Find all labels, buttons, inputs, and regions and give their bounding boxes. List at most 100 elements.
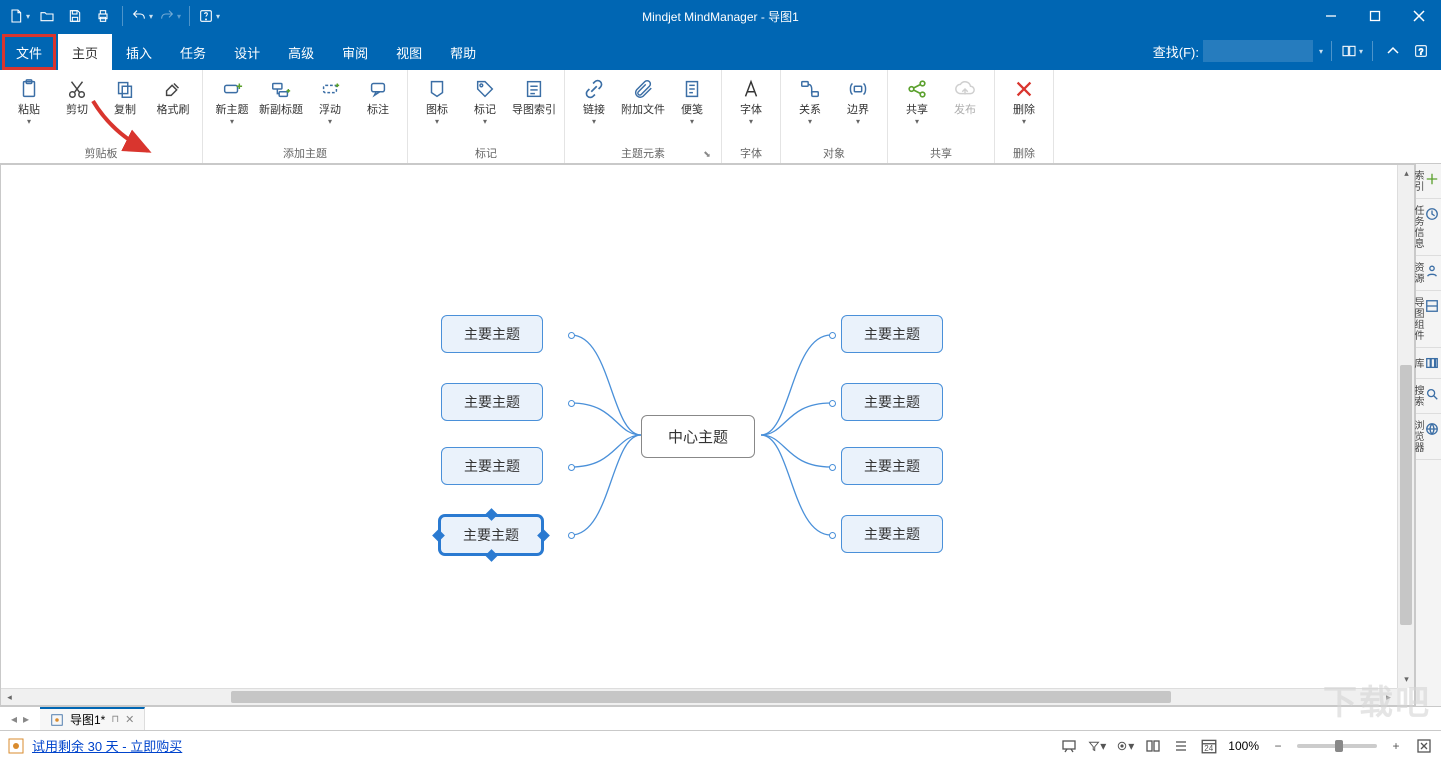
tab-advanced[interactable]: 高级	[274, 32, 328, 70]
share-group-label: 共享	[894, 144, 988, 161]
ribbon-group-markers: 图标▾ 标记▾ 导图索引 标记	[408, 70, 565, 163]
tab-tasks[interactable]: 任务	[166, 32, 220, 70]
presentation-icon[interactable]	[1060, 737, 1078, 755]
dialog-launcher-icon[interactable]: ⬊	[701, 149, 713, 161]
help-icon[interactable]: ▾	[196, 3, 222, 29]
paste-button[interactable]: 粘贴▾	[6, 74, 52, 128]
fit-icon[interactable]	[1415, 737, 1433, 755]
ribbon-group-topic-elements: 链接▾ 附加文件 便笺▾ 主题元素⬊	[565, 70, 722, 163]
map-file-icon	[50, 713, 64, 727]
format-painter-button[interactable]: 格式刷	[150, 74, 196, 119]
topic-node[interactable]: 主要主题	[841, 447, 943, 485]
trial-link[interactable]: 试用剩余 30 天 - 立即购买	[32, 736, 182, 755]
find-dropdown-icon[interactable]: ▾	[1319, 47, 1323, 56]
maximize-button[interactable]	[1353, 0, 1397, 32]
objects-group-label: 对象	[787, 144, 881, 161]
tab-insert[interactable]: 插入	[112, 32, 166, 70]
topic-node[interactable]: 主要主题	[441, 383, 543, 421]
callout-button[interactable]: 标注	[355, 74, 401, 119]
minimize-button[interactable]	[1309, 0, 1353, 32]
topic-node[interactable]: 主要主题	[841, 515, 943, 553]
tab-review[interactable]: 审阅	[328, 32, 382, 70]
tag-marker-button[interactable]: 标记▾	[462, 74, 508, 128]
close-tab-icon[interactable]: ✕	[125, 713, 134, 726]
redo-icon[interactable]: ▾	[157, 3, 183, 29]
collapse-ribbon-icon[interactable]	[1381, 39, 1405, 63]
font-button[interactable]: 字体▾	[728, 74, 774, 128]
window-title: Mindjet MindManager - 导图1	[642, 8, 799, 25]
icon-marker-button[interactable]: 图标▾	[414, 74, 460, 128]
doc-tab-nav[interactable]: ◂▸	[0, 712, 40, 726]
rail-tab-browser[interactable]: 浏览器	[1416, 414, 1441, 460]
titlebar-help-icon[interactable]: ?	[1409, 39, 1433, 63]
scroll-left-icon[interactable]: ◂	[1, 689, 18, 706]
filter-icon[interactable]: ▾	[1088, 737, 1106, 755]
document-tab[interactable]: 导图1* ⊓ ✕	[40, 707, 145, 730]
new-file-icon[interactable]: ▾	[6, 3, 32, 29]
rail-tab-search[interactable]: 搜索	[1416, 379, 1441, 414]
zoom-target-icon[interactable]: ▾	[1116, 737, 1134, 755]
ribbon-group-add-topic: 新主题▾ 新副标题 浮动▾ 标注 添加主题	[203, 70, 408, 163]
horizontal-scrollbar[interactable]: ◂ ▸	[1, 688, 1397, 705]
attachment-button[interactable]: 附加文件	[619, 74, 667, 119]
zoom-slider[interactable]	[1297, 744, 1377, 748]
topic-node-selected[interactable]: 主要主题	[439, 515, 543, 555]
connector-anchor-icon	[568, 332, 575, 339]
connector-anchor-icon	[829, 332, 836, 339]
topic-node[interactable]: 主要主题	[841, 315, 943, 353]
scroll-down-icon[interactable]: ▾	[1398, 671, 1415, 688]
tab-design[interactable]: 设计	[220, 32, 274, 70]
ribbon-group-delete: 删除▾ 删除	[995, 70, 1054, 163]
open-file-icon[interactable]	[34, 3, 60, 29]
pin-icon[interactable]: ⊓	[111, 714, 119, 725]
undo-icon[interactable]: ▾	[129, 3, 155, 29]
doc-tab-label: 导图1*	[70, 711, 105, 728]
tab-home[interactable]: 主页	[58, 32, 112, 70]
markers-group-label: 标记	[414, 144, 558, 161]
columns-icon[interactable]	[1144, 737, 1162, 755]
copy-button[interactable]: 复制	[102, 74, 148, 119]
close-button[interactable]	[1397, 0, 1441, 32]
boundary-button[interactable]: 边界▾	[835, 74, 881, 128]
title-bar: ▾ ▾ ▾ ▾ Mindjet MindManager - 导图1	[0, 0, 1441, 32]
rail-tab-map-parts[interactable]: 导图组件	[1416, 291, 1441, 348]
panel-toggle-icon[interactable]: ▾	[1340, 39, 1364, 63]
connector-anchor-icon	[568, 532, 575, 539]
rail-tab-library[interactable]: 库	[1416, 348, 1441, 379]
tab-file[interactable]: 文件	[2, 34, 56, 70]
center-topic-node[interactable]: 中心主题	[641, 415, 755, 458]
save-icon[interactable]	[62, 3, 88, 29]
print-icon[interactable]	[90, 3, 116, 29]
scrollbar-thumb[interactable]	[231, 691, 1171, 703]
connector-anchor-icon	[568, 400, 575, 407]
relationship-button[interactable]: 关系▾	[787, 74, 833, 128]
topic-node[interactable]: 主要主题	[841, 383, 943, 421]
publish-button: 发布	[942, 74, 988, 119]
delete-button[interactable]: 删除▾	[1001, 74, 1047, 128]
calendar-icon[interactable]: 24	[1200, 737, 1218, 755]
new-subtopic-button[interactable]: 新副标题	[257, 74, 305, 119]
zoom-value: 100%	[1228, 739, 1259, 753]
scroll-right-icon[interactable]: ▸	[1380, 689, 1397, 706]
cut-button[interactable]: 剪切	[54, 74, 100, 119]
floating-topic-button[interactable]: 浮动▾	[307, 74, 353, 128]
clipboard-group-label: 剪贴板	[6, 144, 196, 161]
list-icon[interactable]	[1172, 737, 1190, 755]
topic-node[interactable]: 主要主题	[441, 447, 543, 485]
zoom-out-icon[interactable]: −	[1269, 737, 1287, 755]
new-topic-button[interactable]: 新主题▾	[209, 74, 255, 128]
share-button[interactable]: 共享▾	[894, 74, 940, 128]
tab-help[interactable]: 帮助	[436, 32, 490, 70]
link-button[interactable]: 链接▾	[571, 74, 617, 128]
topic-node[interactable]: 主要主题	[441, 315, 543, 353]
canvas-area[interactable]: 中心主题 主要主题 主要主题 主要主题 主要主题 主要主题 主要主题 主要主题 …	[0, 164, 1415, 706]
find-input[interactable]	[1203, 40, 1313, 62]
rail-tab-task-info[interactable]: 任务信息	[1416, 199, 1441, 256]
ribbon-group-font: 字体▾ 字体	[722, 70, 781, 163]
map-index-button[interactable]: 导图索引	[510, 74, 558, 119]
rail-tab-resources[interactable]: 资源	[1416, 256, 1441, 291]
note-button[interactable]: 便笺▾	[669, 74, 715, 128]
rail-tab-index[interactable]: 索引	[1416, 164, 1441, 199]
zoom-in-icon[interactable]: +	[1387, 737, 1405, 755]
tab-view[interactable]: 视图	[382, 32, 436, 70]
